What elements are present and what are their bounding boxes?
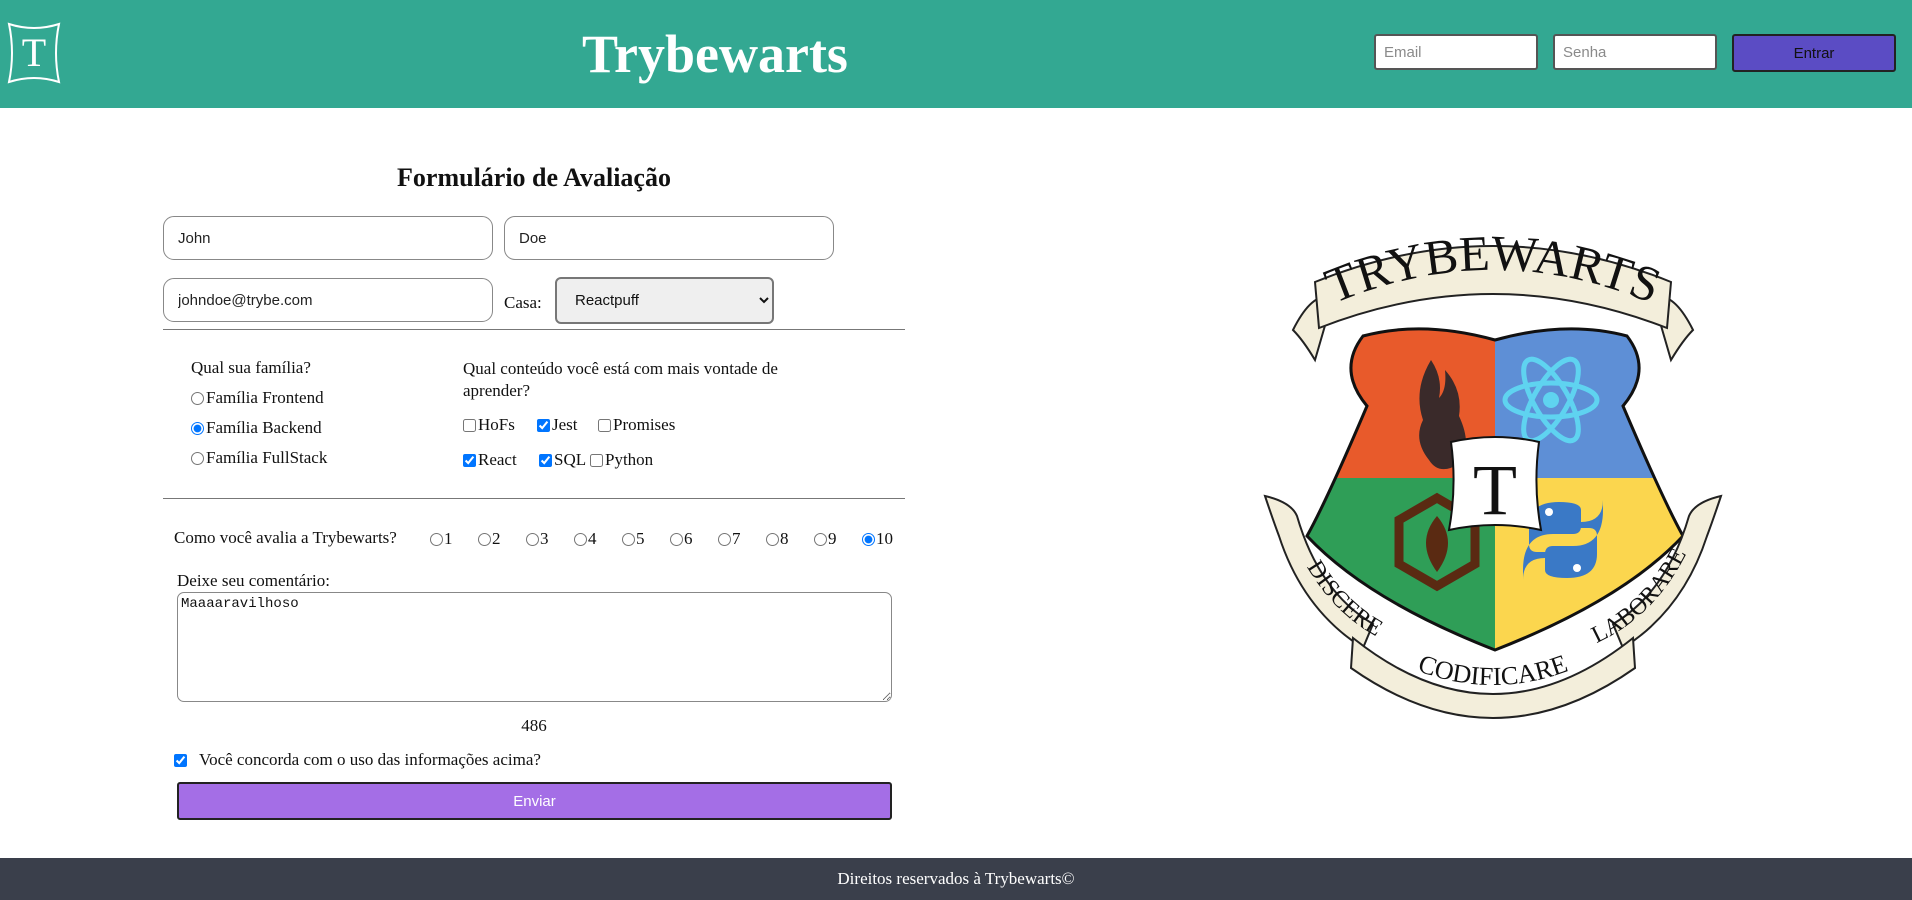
- agreement-label: Você concorda com o uso das informações …: [199, 750, 541, 769]
- rating-radio[interactable]: [670, 532, 683, 546]
- content-option-label: React: [478, 450, 517, 469]
- content-checkbox-sql[interactable]: [539, 453, 552, 467]
- content-option-python[interactable]: Python: [590, 450, 653, 470]
- rating-option-3[interactable]: 3: [526, 529, 549, 549]
- rating-label: 3: [540, 529, 549, 548]
- rating-option-1[interactable]: 1: [430, 529, 453, 549]
- content-option-label: SQL: [554, 450, 587, 469]
- banner-text-path: TRYBEWARTS: [1318, 224, 1669, 313]
- email-input[interactable]: [163, 278, 493, 322]
- site-header: T Trybewarts Entrar: [0, 0, 1912, 108]
- content-option-jest[interactable]: Jest: [537, 415, 578, 435]
- rating-question: Como você avalia a Trybewarts?: [174, 528, 397, 547]
- agreement-checkbox[interactable]: [174, 753, 187, 767]
- center-letter: T: [1473, 450, 1517, 530]
- rating-label: 8: [780, 529, 789, 548]
- rating-label: 2: [492, 529, 501, 548]
- family-option-backend[interactable]: Família Backend: [191, 418, 322, 438]
- content-option-sql[interactable]: SQL: [539, 450, 586, 470]
- rating-option-8[interactable]: 8: [766, 529, 789, 549]
- family-question: Qual sua família?: [191, 358, 311, 377]
- comment-label: Deixe seu comentário:: [177, 571, 330, 590]
- rating-radio[interactable]: [622, 532, 635, 546]
- content-option-label: Jest: [552, 415, 578, 434]
- content-option-label: HoFs: [478, 415, 515, 434]
- rating-radio[interactable]: [574, 532, 587, 546]
- rating-label: 10: [876, 529, 893, 548]
- content-option-promises[interactable]: Promises: [598, 415, 675, 435]
- rating-option-9[interactable]: 9: [814, 529, 837, 549]
- rating-label: 7: [732, 529, 741, 548]
- family-radio-fullstack[interactable]: [191, 451, 204, 465]
- rating-option-10[interactable]: 10: [862, 529, 893, 549]
- content-checkbox-react[interactable]: [463, 453, 476, 467]
- agreement-option[interactable]: Você concorda com o uso das informações …: [174, 750, 541, 770]
- logo-letter: T: [22, 30, 46, 75]
- house-select[interactable]: Reactpuff: [555, 277, 774, 324]
- content-checkbox-promises[interactable]: [598, 418, 611, 432]
- site-title: Trybewarts: [582, 24, 848, 84]
- family-option-label: Família FullStack: [206, 448, 328, 467]
- content-option-label: Promises: [613, 415, 676, 434]
- family-option-frontend[interactable]: Família Frontend: [191, 388, 324, 408]
- divider: [163, 329, 905, 330]
- first-name-input[interactable]: [163, 216, 493, 260]
- rating-radio[interactable]: [718, 532, 731, 546]
- content-option-hofs[interactable]: HoFs: [463, 415, 515, 435]
- form-title: Formulário de Avaliação: [397, 163, 671, 192]
- family-radio-backend[interactable]: [191, 421, 204, 435]
- rating-option-7[interactable]: 7: [718, 529, 741, 549]
- trybewarts-crest: TRYBEWARTS T DISCERE CODIFICARE LABORARE: [1263, 224, 1723, 719]
- content-option-react[interactable]: React: [463, 450, 517, 470]
- family-option-label: Família Frontend: [206, 388, 324, 407]
- rating-radio[interactable]: [814, 532, 827, 546]
- rating-label: 1: [444, 529, 453, 548]
- site-footer: Direitos reservados à Trybewarts©: [0, 858, 1912, 900]
- rating-radio[interactable]: [766, 532, 779, 546]
- char-counter: 486: [521, 716, 547, 735]
- content-checkbox-python[interactable]: [590, 453, 603, 467]
- center-badge: T: [1447, 436, 1543, 532]
- rating-option-5[interactable]: 5: [622, 529, 645, 549]
- comment-textarea[interactable]: Maaaaravilhoso: [177, 592, 892, 702]
- rating-radio[interactable]: [430, 532, 443, 546]
- divider: [163, 498, 905, 499]
- house-label: Casa:: [504, 293, 542, 312]
- rating-label: 4: [588, 529, 597, 548]
- content-checkbox-hofs[interactable]: [463, 418, 476, 432]
- header-email-input[interactable]: [1374, 34, 1538, 70]
- rating-radio[interactable]: [478, 532, 491, 546]
- rating-option-6[interactable]: 6: [670, 529, 693, 549]
- login-button[interactable]: Entrar: [1732, 34, 1896, 72]
- trybewarts-logo-icon: T: [7, 22, 61, 84]
- content-checkbox-jest[interactable]: [537, 418, 550, 432]
- rating-option-4[interactable]: 4: [574, 529, 597, 549]
- footer-text: Direitos reservados à Trybewarts©: [837, 869, 1075, 888]
- banner-text: TRYBEWARTS: [1318, 224, 1669, 313]
- last-name-input[interactable]: [504, 216, 834, 260]
- rating-label: 9: [828, 529, 837, 548]
- rating-radio[interactable]: [862, 532, 875, 546]
- family-option-fullstack[interactable]: Família FullStack: [191, 448, 327, 468]
- content-question: Qual conteúdo você está com mais vontade…: [463, 359, 778, 400]
- family-radio-frontend[interactable]: [191, 391, 204, 405]
- header-password-input[interactable]: [1553, 34, 1717, 70]
- rating-option-2[interactable]: 2: [478, 529, 501, 549]
- rating-label: 5: [636, 529, 645, 548]
- submit-button[interactable]: Enviar: [177, 782, 892, 820]
- rating-label: 6: [684, 529, 693, 548]
- content-option-label: Python: [605, 450, 654, 469]
- rating-radio[interactable]: [526, 532, 539, 546]
- family-option-label: Família Backend: [206, 418, 322, 437]
